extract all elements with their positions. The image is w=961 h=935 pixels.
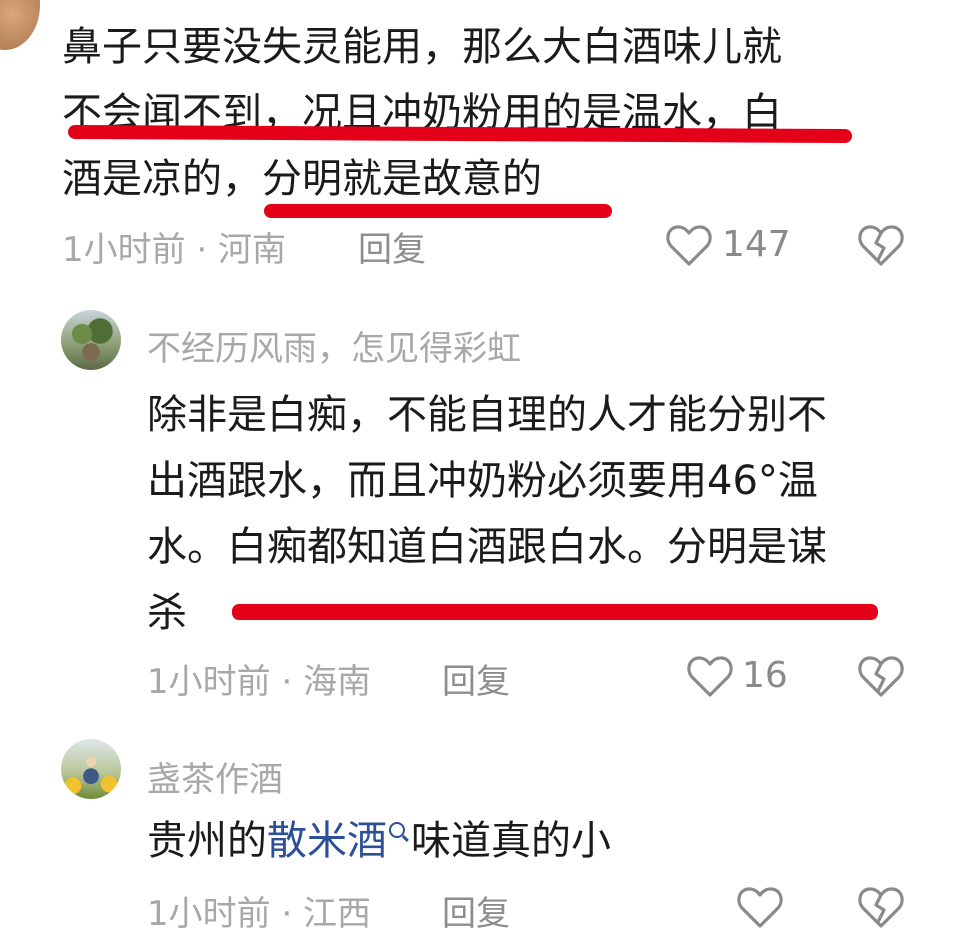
comment-text-line: 酒是凉的，分明就是故意的 [62,156,542,202]
reply-button[interactable]: 回复 [358,222,426,271]
search-icon[interactable] [389,822,405,838]
comment-text-line: 除非是白痴，不能自理的人才能分别不 [147,392,827,438]
avatar[interactable] [61,739,121,799]
comment-text-line: 鼻子只要没失灵能用，那么大白酒味儿就 [62,24,782,70]
username[interactable]: 盏茶作酒 [147,752,283,801]
broken-heart-icon[interactable] [857,884,905,930]
broken-heart-icon[interactable] [857,222,905,268]
comment-text: 贵州的 [147,818,267,864]
red-underline-annotation [232,604,878,620]
comment-text-line: 杀 [147,590,187,636]
like-count: 147 [722,224,791,265]
like-count: 16 [742,655,788,696]
search-link[interactable]: 散米酒 [267,818,387,864]
comment-text: 味道真的小 [411,818,611,864]
comment-meta: 1小时前 · 江西 [147,894,372,934]
comment-meta: 1小时前 · 河南 [62,230,287,270]
red-underline-annotation [264,204,612,218]
username[interactable]: 不经历风雨，怎见得彩虹 [147,321,521,370]
heart-outline-icon[interactable] [665,222,713,268]
comment-text-line: 贵州的散米酒 味道真的小 [147,808,611,874]
avatar[interactable] [0,0,40,50]
reply-button[interactable]: 回复 [442,886,510,935]
comment-meta: 1小时前 · 海南 [147,662,372,702]
reply-button[interactable]: 回复 [442,654,510,703]
heart-outline-icon[interactable] [686,653,734,699]
comment-text-line: 水。白痴都知道白酒跟白水。分明是谋 [147,524,827,570]
comment-text-line: 出酒跟水，而且冲奶粉必须要用46°温 [147,458,818,504]
broken-heart-icon[interactable] [857,653,905,699]
heart-outline-icon[interactable] [736,884,784,930]
avatar[interactable] [61,310,121,370]
